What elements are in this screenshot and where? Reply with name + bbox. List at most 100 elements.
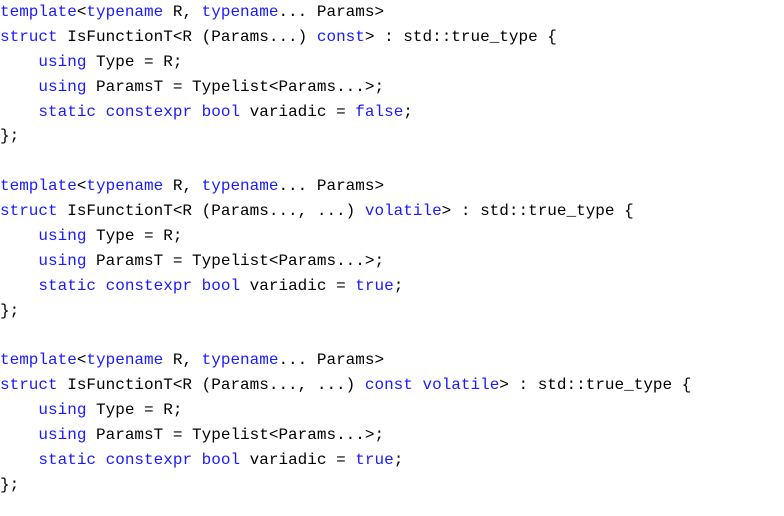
code-text: ; <box>403 102 413 121</box>
code-keyword: typename <box>201 177 279 196</box>
code-text: ParamsT = Typelist<Params...>; <box>86 77 385 96</box>
code-text: }; <box>0 127 20 146</box>
code-keyword: const <box>316 27 365 46</box>
code-keyword: constexpr <box>105 276 193 295</box>
code-line: static constexpr bool variadic = true; <box>0 448 784 473</box>
code-keyword: typename <box>201 3 279 21</box>
code-line: using ParamsT = Typelist<Params...>; <box>0 423 784 448</box>
code-keyword: using <box>38 426 87 445</box>
code-listing: template<typename R, typename... Params>… <box>0 0 784 498</box>
code-text: ... Params> <box>278 351 385 370</box>
code-text: }; <box>0 475 20 494</box>
code-keyword: true <box>355 451 394 470</box>
code-text: IsFunctionT<R (Params..., ...) <box>57 376 365 395</box>
code-line: }; <box>0 299 784 324</box>
code-keyword: using <box>38 52 87 71</box>
code-keyword: struct <box>0 202 58 221</box>
code-keyword: false <box>355 102 404 121</box>
code-text: < <box>76 3 87 21</box>
code-keyword: typename <box>86 351 164 370</box>
code-text: ParamsT = Typelist<Params...>; <box>86 426 385 445</box>
code-line: using Type = R; <box>0 50 784 75</box>
code-text: ... Params> <box>278 177 385 196</box>
code-keyword: volatile <box>364 202 442 221</box>
code-text: IsFunctionT<R (Params...) <box>57 27 317 46</box>
code-keyword: const <box>364 376 413 395</box>
code-keyword: struct <box>0 376 58 395</box>
code-line: template<typename R, typename... Params> <box>0 174 784 199</box>
code-keyword: bool <box>201 102 241 121</box>
code-text: < <box>76 177 87 196</box>
code-line: static constexpr bool variadic = false; <box>0 100 784 125</box>
code-keyword: bool <box>201 451 241 470</box>
code-keyword: template <box>0 3 77 21</box>
code-keyword: volatile <box>422 376 500 395</box>
code-line: }; <box>0 473 784 498</box>
code-keyword: constexpr <box>105 102 193 121</box>
code-text: ; <box>393 451 404 470</box>
code-keyword: static <box>38 102 97 121</box>
code-text: R, <box>163 3 202 21</box>
code-text: variadic = <box>240 451 356 470</box>
code-keyword: struct <box>0 27 58 46</box>
code-keyword: template <box>0 351 77 370</box>
code-text: ParamsT = Typelist<Params...>; <box>86 251 385 270</box>
code-text: > : std::true_type { <box>441 202 634 221</box>
code-line: using Type = R; <box>0 224 784 249</box>
code-text: ... Params> <box>278 3 385 21</box>
code-line: struct IsFunctionT<R (Params...) const> … <box>0 25 784 50</box>
code-keyword: using <box>38 251 87 270</box>
code-text: IsFunctionT<R (Params..., ...) <box>57 202 365 221</box>
code-line: }; <box>0 124 784 149</box>
code-keyword: static <box>38 276 97 295</box>
code-text: R, <box>163 177 202 196</box>
code-keyword: using <box>38 401 87 420</box>
code-keyword: bool <box>201 276 241 295</box>
code-keyword: true <box>355 276 394 295</box>
code-text: Type = R; <box>86 52 183 71</box>
code-keyword: constexpr <box>105 451 193 470</box>
code-text: > : std::true_type { <box>499 376 692 395</box>
code-keyword: using <box>38 77 87 96</box>
code-keyword: template <box>0 177 77 196</box>
code-text: Type = R; <box>86 401 183 420</box>
code-keyword: typename <box>201 351 279 370</box>
code-line: struct IsFunctionT<R (Params..., ...) co… <box>0 373 784 398</box>
code-line: template<typename R, typename... Params> <box>0 0 784 25</box>
code-text: Type = R; <box>86 227 183 246</box>
code-text: R, <box>163 351 202 370</box>
code-line: using ParamsT = Typelist<Params...>; <box>0 75 784 100</box>
code-text: }; <box>0 301 20 320</box>
code-line: using ParamsT = Typelist<Params...>; <box>0 249 784 274</box>
code-keyword: static <box>38 451 97 470</box>
code-text: variadic = <box>240 276 356 295</box>
code-text: < <box>76 351 87 370</box>
code-keyword: typename <box>86 177 164 196</box>
code-line: static constexpr bool variadic = true; <box>0 274 784 299</box>
code-keyword: typename <box>86 3 164 21</box>
code-text: ; <box>393 276 404 295</box>
code-text: variadic = <box>240 102 356 121</box>
code-line: template<typename R, typename... Params> <box>0 348 784 373</box>
code-line: using Type = R; <box>0 398 784 423</box>
code-keyword: using <box>38 227 87 246</box>
code-line: struct IsFunctionT<R (Params..., ...) vo… <box>0 199 784 224</box>
code-text: > : std::true_type { <box>364 27 557 46</box>
